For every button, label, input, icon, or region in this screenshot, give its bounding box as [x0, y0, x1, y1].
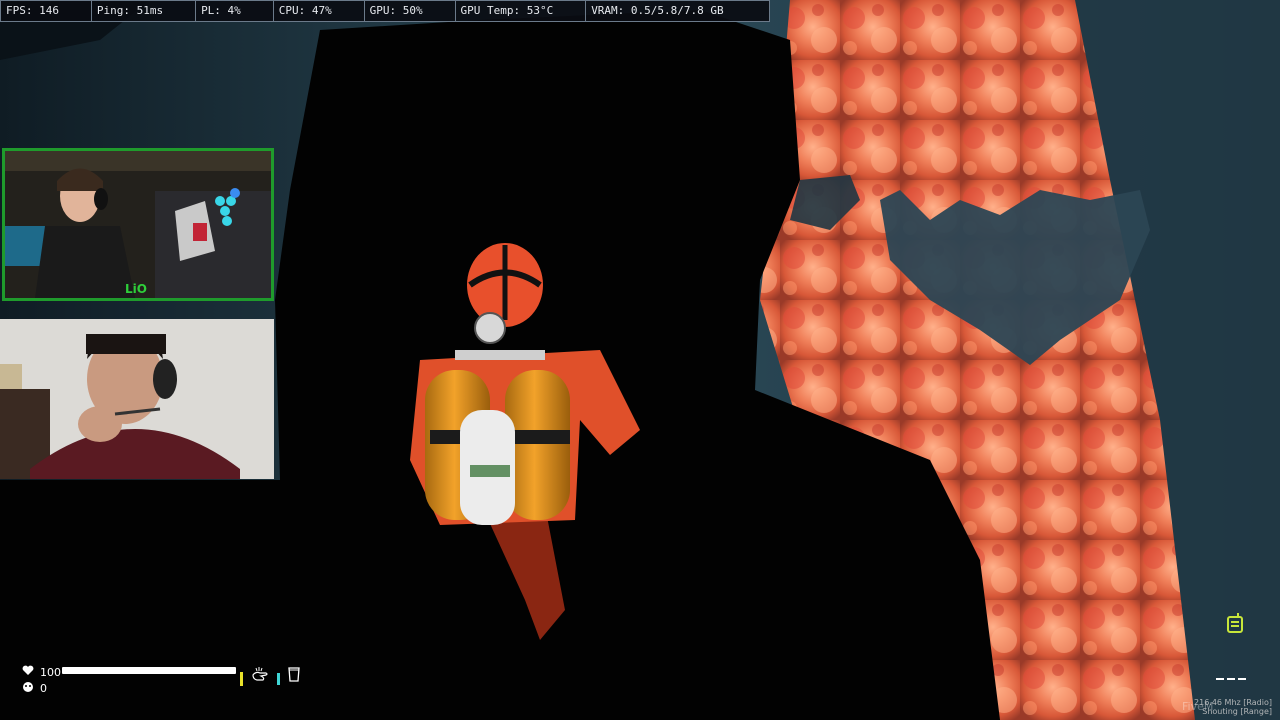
health-value: 100: [40, 665, 61, 679]
voice-range: Shouting [Range]: [1202, 707, 1272, 716]
radio-icon: [1226, 612, 1244, 638]
hand-icon: [251, 666, 269, 686]
voice-range-indicator: [1216, 678, 1246, 680]
heart-icon: [22, 665, 34, 679]
health-bar: [62, 667, 236, 674]
player-hud: 100 0: [22, 664, 236, 696]
armor-icon: [22, 681, 34, 696]
webcam-streamer-2: [0, 319, 274, 479]
status-icons: [240, 666, 300, 686]
oxygen-bar: [277, 673, 280, 685]
fps-readout: FPS: 146: [1, 1, 92, 21]
webcam-1-overlay-text: LiO: [125, 282, 147, 296]
radio-frequency: 216.46 Mhz [Radio]: [1194, 698, 1272, 707]
health-row: 100: [22, 664, 61, 680]
stamina-bar: [240, 672, 243, 686]
gpu-temp-readout: GPU Temp: 53°C: [456, 1, 587, 21]
gpu-readout: GPU: 50%: [365, 1, 456, 21]
vram-readout: VRAM: 0.5/5.8/7.8 GB: [591, 4, 724, 17]
webcam-streamer-1: LiO: [2, 148, 274, 301]
performance-overlay: FPS: 146 Ping: 51ms PL: 4% CPU: 47% GPU:…: [0, 0, 770, 22]
radio-info: 216.46 Mhz [Radio] Shouting [Range]: [1194, 698, 1272, 716]
cup-icon: [288, 666, 300, 686]
cpu-readout: CPU: 47%: [274, 1, 365, 21]
armor-value: 0: [40, 681, 47, 695]
packet-loss-readout: PL: 4%: [196, 1, 274, 21]
armor-row: 0: [22, 680, 61, 696]
ping-readout: Ping: 51ms: [92, 1, 197, 21]
webcam-2-feed: [0, 319, 274, 479]
webcam-1-feed: [5, 151, 271, 298]
